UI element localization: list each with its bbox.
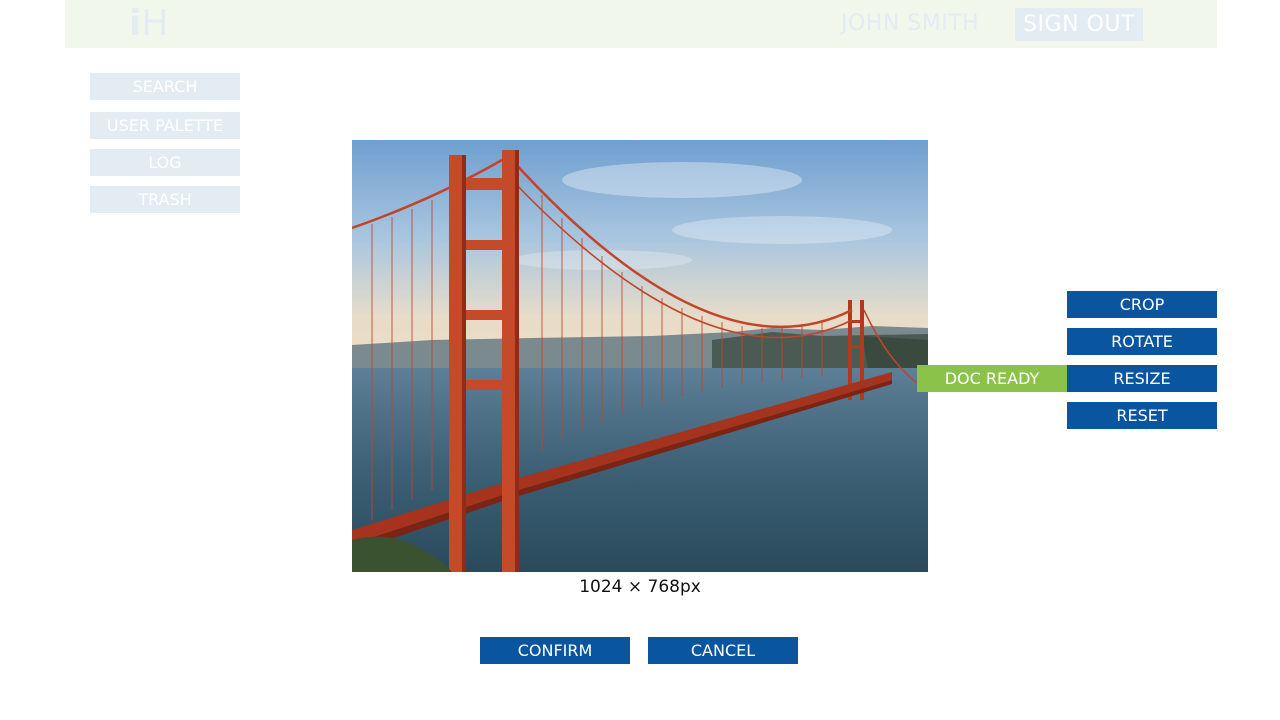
resize-button[interactable]: RESIZE [1067,365,1217,392]
confirm-button[interactable]: CONFIRM [480,637,630,664]
top-bar: iH JOHN SMITH SIGN OUT [65,0,1217,48]
sidebar-item-search[interactable]: SEARCH [90,73,240,100]
app-logo: iH [129,3,168,45]
crop-button[interactable]: CROP [1067,291,1217,318]
sidebar-item-trash[interactable]: TRASH [90,186,240,213]
reset-button[interactable]: RESET [1067,402,1217,429]
rotate-button[interactable]: ROTATE [1067,328,1217,355]
logo-letter-h: H [141,3,169,44]
doc-status-badge: DOC READY [917,365,1067,392]
logo-letter-i: i [129,3,142,44]
sign-out-button[interactable]: SIGN OUT [1015,8,1143,41]
sidebar-item-user-palette[interactable]: USER PALETTE [90,112,240,139]
username-label: JOHN SMITH [841,11,980,36]
sidebar-item-log[interactable]: LOG [90,149,240,176]
cancel-button[interactable]: CANCEL [648,637,798,664]
document-image [352,140,928,572]
image-dimensions-label: 1024 × 768px [579,577,701,597]
